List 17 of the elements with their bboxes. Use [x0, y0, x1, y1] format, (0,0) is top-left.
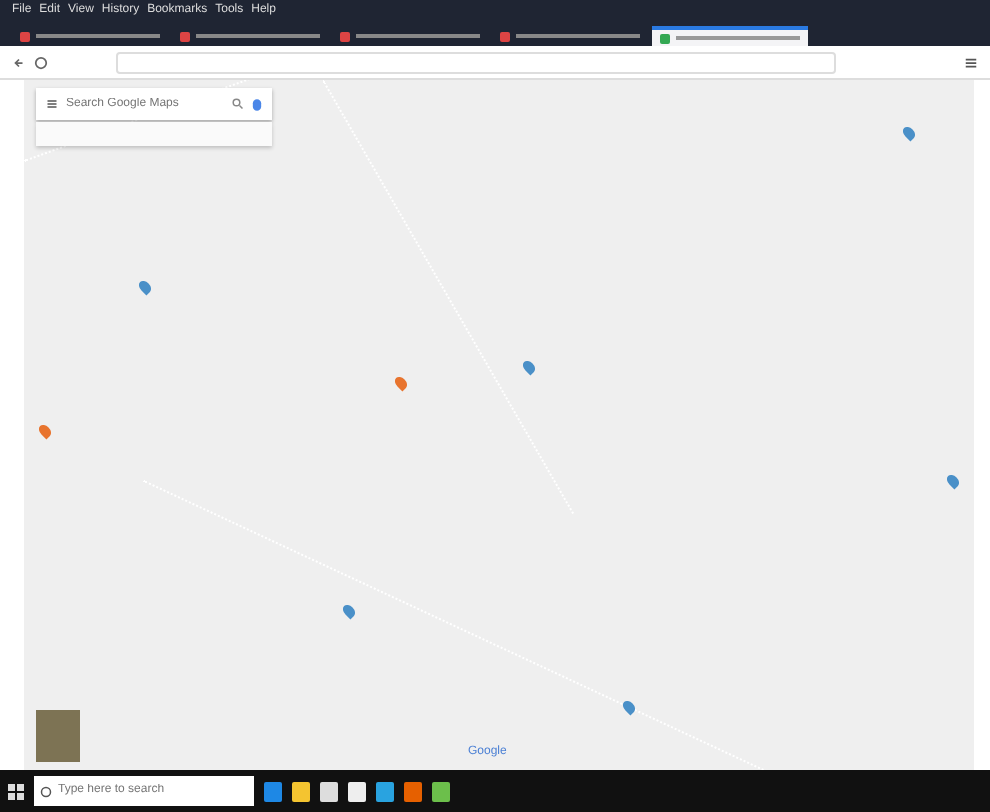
- menu-icon[interactable]: [964, 55, 978, 69]
- menu-icon[interactable]: [46, 98, 58, 110]
- address-field[interactable]: [116, 51, 836, 73]
- satellite-thumbnail[interactable]: [36, 710, 80, 762]
- map-pin-icon[interactable]: [136, 278, 154, 296]
- browser-tab[interactable]: [652, 26, 808, 46]
- map-pin-icon[interactable]: [944, 472, 962, 490]
- map-pin-icon[interactable]: [620, 698, 638, 716]
- back-icon[interactable]: [12, 55, 26, 69]
- search-icon: [40, 785, 52, 797]
- search-icon[interactable]: [232, 98, 244, 110]
- start-icon[interactable]: [8, 783, 24, 799]
- map-pin-icon[interactable]: [392, 374, 410, 392]
- map-pin-icon[interactable]: [520, 358, 538, 376]
- map-pin-icon[interactable]: [900, 124, 918, 142]
- map-pin-icon[interactable]: [340, 602, 358, 620]
- map-pin-icon[interactable]: [36, 422, 54, 440]
